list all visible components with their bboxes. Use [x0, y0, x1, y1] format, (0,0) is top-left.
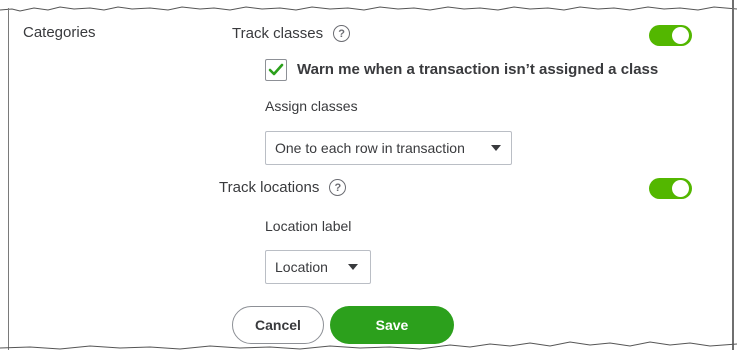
track-locations-row: Track locations ? — [219, 179, 347, 196]
track-classes-row: Track classes ? — [232, 25, 351, 42]
section-label-categories: Categories — [23, 24, 96, 41]
chevron-down-icon — [348, 264, 358, 270]
track-locations-label: Track locations — [219, 179, 320, 196]
location-label-heading: Location label — [265, 218, 352, 234]
question-circle-icon[interactable]: ? — [333, 25, 351, 42]
location-label-select[interactable]: Location — [265, 250, 371, 284]
track-classes-label: Track classes — [232, 25, 324, 42]
toggle-knob — [672, 27, 689, 44]
location-label-value: Location — [275, 259, 328, 275]
right-edge — [732, 0, 734, 350]
question-circle-icon[interactable]: ? — [329, 179, 347, 196]
assign-classes-value: One to each row in transaction — [275, 140, 465, 156]
left-edge — [8, 8, 9, 350]
assign-classes-label: Assign classes — [265, 98, 358, 114]
track-classes-toggle[interactable] — [649, 25, 692, 46]
toggle-knob — [672, 180, 689, 197]
torn-bottom-edge — [0, 341, 737, 350]
warn-unassigned-class-checkbox[interactable] — [265, 59, 287, 81]
track-locations-toggle[interactable] — [649, 178, 692, 199]
settings-panel: Categories Track classes ? Warn me when … — [0, 0, 737, 350]
chevron-down-icon — [491, 145, 501, 151]
torn-top-edge — [0, 6, 737, 12]
checkmark-icon — [268, 63, 284, 76]
assign-classes-select[interactable]: One to each row in transaction — [265, 131, 512, 165]
warn-unassigned-class-label: Warn me when a transaction isn’t assigne… — [297, 61, 659, 78]
